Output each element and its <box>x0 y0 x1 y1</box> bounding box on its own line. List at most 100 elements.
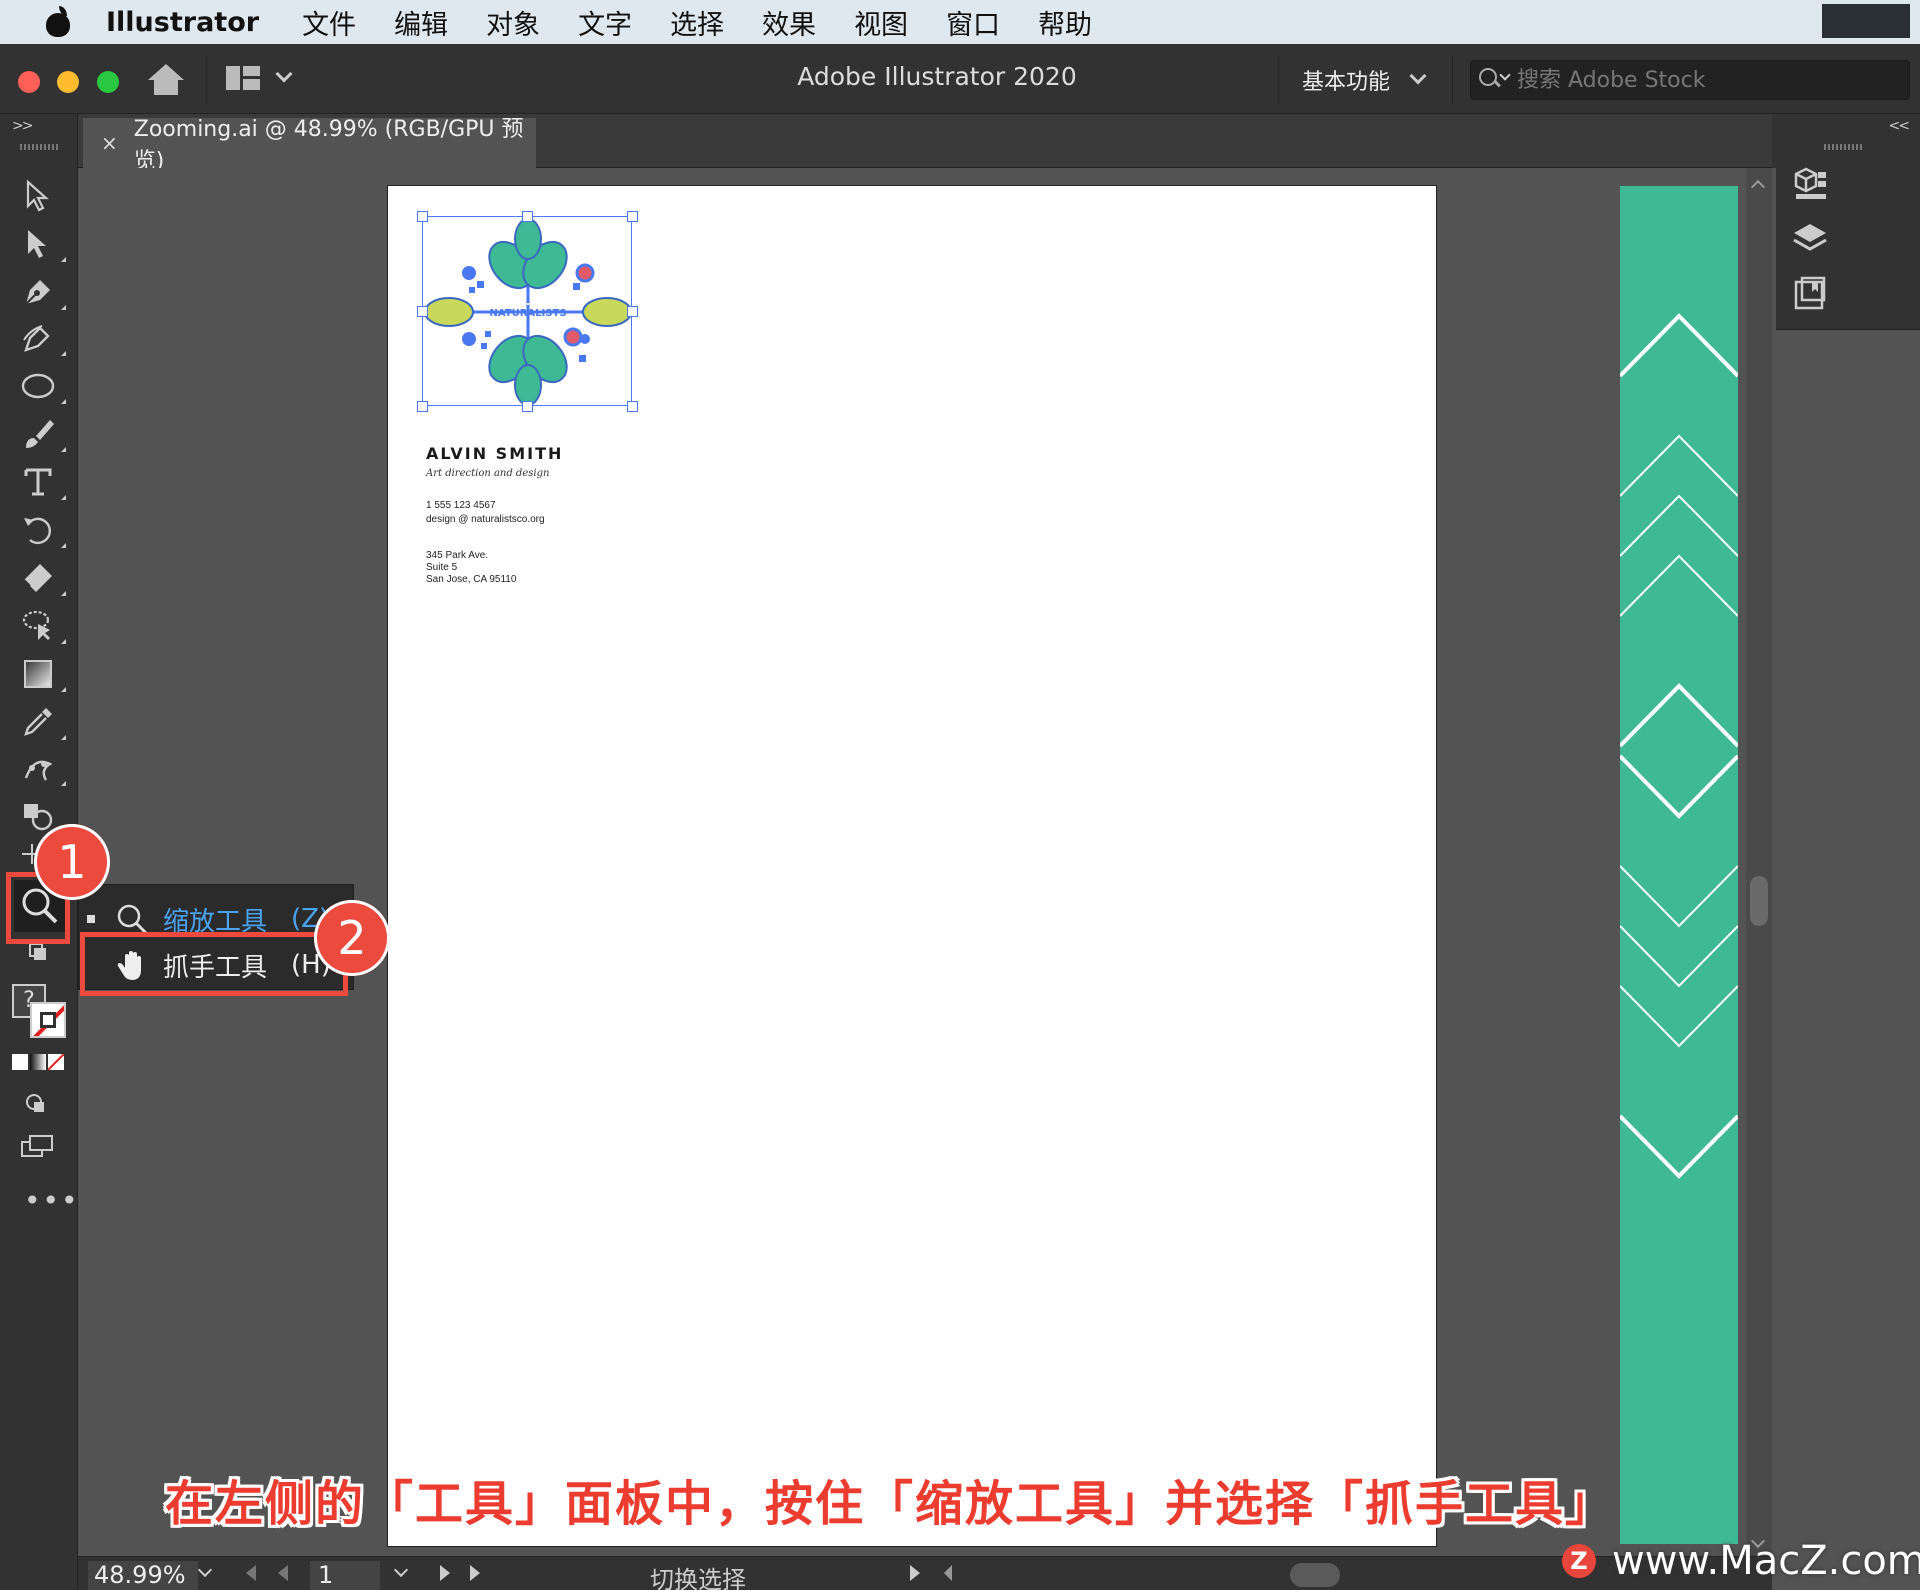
more-tools-icon[interactable]: ••• <box>24 1187 80 1215</box>
menu-edit[interactable]: 编辑 <box>394 3 448 42</box>
selection-handle[interactable] <box>522 211 533 222</box>
libraries-icon[interactable] <box>1790 164 1830 204</box>
menubar-status-item <box>1822 4 1910 38</box>
screen: Illustrator 文件 编辑 对象 文字 选择 效果 视图 窗口 帮助 A… <box>0 0 1920 1590</box>
horizontal-scroll-thumb[interactable] <box>1290 1563 1340 1587</box>
document-tab-bar: × Zooming.ai @ 48.99% (RGB/GPU 预览) <box>78 114 1772 174</box>
layers-icon[interactable] <box>1790 220 1830 260</box>
close-tab-icon[interactable]: × <box>101 131 118 155</box>
expand-toolbar-icon[interactable]: >> <box>12 118 34 134</box>
artboard[interactable]: NATURALISTS ALVIN SMITH Art direction an… <box>388 186 1436 1546</box>
highlight-hand-tool <box>80 932 348 996</box>
pen-tool-icon[interactable] <box>20 274 66 310</box>
letterhead-address-line1: 345 Park Ave. <box>426 550 489 561</box>
eyedropper-tool-icon[interactable] <box>20 704 66 740</box>
selection-handle[interactable] <box>627 211 638 222</box>
watermark-text: www.MacZ.com <box>1612 1538 1920 1584</box>
panel-icon-bar <box>1776 130 1920 330</box>
gradient-mode-icon[interactable] <box>30 1054 46 1070</box>
menu-object[interactable]: 对象 <box>486 3 540 42</box>
step-badge-1: 1 <box>34 824 110 900</box>
stock-search[interactable] <box>1470 60 1910 100</box>
artboards-icon[interactable] <box>1790 274 1830 314</box>
eraser-tool-icon[interactable] <box>20 560 66 596</box>
status-text: 切换选择 <box>650 1566 746 1590</box>
menu-effect[interactable]: 效果 <box>762 3 816 42</box>
logo-text: NATURALISTS <box>489 308 566 319</box>
zoom-level-field[interactable]: 48.99% <box>88 1561 198 1590</box>
selection-handle[interactable] <box>417 211 428 222</box>
puppet-warp-tool-icon[interactable] <box>20 750 66 786</box>
prev-artboard-icon[interactable] <box>278 1565 288 1581</box>
document-tab[interactable]: × Zooming.ai @ 48.99% (RGB/GPU 预览) <box>83 117 536 174</box>
menu-window[interactable]: 窗口 <box>946 3 1000 42</box>
letterhead-address-line3: San Jose, CA 95110 <box>426 574 517 585</box>
teal-decor-strip <box>1618 186 1740 1544</box>
stroke-swatch[interactable] <box>30 1002 66 1038</box>
ellipse-tool-icon[interactable] <box>20 368 66 404</box>
gradient-tool-icon[interactable] <box>20 656 66 692</box>
canvas[interactable]: NATURALISTS ALVIN SMITH Art direction an… <box>78 168 1772 1556</box>
watermark: Z www.MacZ.com <box>1562 1538 1920 1584</box>
scroll-up-icon[interactable] <box>1750 179 1766 195</box>
naturalists-logo: NATURALISTS <box>424 218 632 406</box>
apple-icon[interactable] <box>40 6 80 37</box>
document-tab-label: Zooming.ai @ 48.99% (RGB/GPU 预览) <box>133 117 524 174</box>
selection-handle[interactable] <box>417 401 428 412</box>
letterhead-name: ALVIN SMITH <box>426 444 564 463</box>
workspace-switcher[interactable]: 基本功能 <box>1302 64 1390 96</box>
selection-handle[interactable] <box>522 401 533 412</box>
menu-app-name[interactable]: Illustrator <box>106 7 259 38</box>
direct-selection-tool-icon[interactable] <box>20 226 66 262</box>
curvature-tool-icon[interactable] <box>20 320 66 356</box>
status-bar: 48.99% 1 切换选择 <box>78 1556 1772 1590</box>
mac-menubar: Illustrator 文件 编辑 对象 文字 选择 效果 视图 窗口 帮助 <box>0 0 1920 44</box>
right-panel-dock <box>1772 168 1920 1590</box>
menu-select[interactable]: 选择 <box>670 3 724 42</box>
last-artboard-icon[interactable] <box>470 1565 480 1581</box>
app-titlebar: Adobe Illustrator 2020 基本功能 <box>0 44 1920 114</box>
draw-mode-icon[interactable] <box>20 1090 60 1116</box>
color-mode-icon[interactable] <box>12 1054 28 1070</box>
fill-stroke-control[interactable]: ? <box>12 984 72 1044</box>
status-menu-icon[interactable] <box>910 1565 920 1581</box>
step-badge-2: 2 <box>314 900 390 976</box>
search-icon <box>1479 68 1501 90</box>
active-indicator <box>87 915 95 923</box>
type-tool-icon[interactable] <box>20 464 66 500</box>
first-artboard-icon[interactable] <box>246 1565 256 1581</box>
zoom-dropdown-icon[interactable] <box>197 1562 213 1578</box>
zoom-icon <box>115 902 149 936</box>
chevron-pattern <box>1618 313 1740 1179</box>
selection-handle[interactable] <box>417 306 428 317</box>
divider <box>1452 56 1453 104</box>
rotate-tool-icon[interactable] <box>20 512 66 548</box>
letterhead-address-line2: Suite 5 <box>426 562 458 573</box>
scroll-thumb[interactable] <box>1750 876 1768 926</box>
panel-grip[interactable] <box>1824 144 1862 150</box>
artboard-dropdown-icon[interactable] <box>393 1562 409 1578</box>
paintbrush-tool-icon[interactable] <box>20 416 66 452</box>
scroll-left-icon[interactable] <box>944 1565 952 1581</box>
lasso-tool-icon[interactable] <box>20 608 66 644</box>
logo-selection[interactable]: NATURALISTS <box>417 211 638 412</box>
artboard-number-field[interactable]: 1 <box>310 1561 380 1590</box>
menu-file[interactable]: 文件 <box>302 3 356 42</box>
chevron-down-icon[interactable] <box>1499 69 1511 81</box>
search-input[interactable] <box>1517 65 1897 95</box>
menu-help[interactable]: 帮助 <box>1038 3 1092 42</box>
vertical-scrollbar[interactable] <box>1746 168 1772 1556</box>
selection-tool-icon[interactable] <box>20 178 60 214</box>
none-mode-icon[interactable] <box>48 1054 64 1070</box>
menu-view[interactable]: 视图 <box>854 3 908 42</box>
selection-handle[interactable] <box>627 306 638 317</box>
toolbar-grip[interactable] <box>20 144 58 150</box>
screen-mode-icon[interactable] <box>20 1132 60 1160</box>
menu-type[interactable]: 文字 <box>578 3 632 42</box>
next-artboard-icon[interactable] <box>440 1565 450 1581</box>
tutorial-caption: 在左侧的「工具」面板中，按住「缩放工具」并选择「抓手工具」 <box>164 1476 1615 1532</box>
watermark-logo: Z <box>1562 1544 1596 1578</box>
selection-handle[interactable] <box>627 401 638 412</box>
color-mode-buttons[interactable] <box>12 1054 66 1072</box>
letterhead-email: design @ naturalistsco.org <box>426 514 545 525</box>
